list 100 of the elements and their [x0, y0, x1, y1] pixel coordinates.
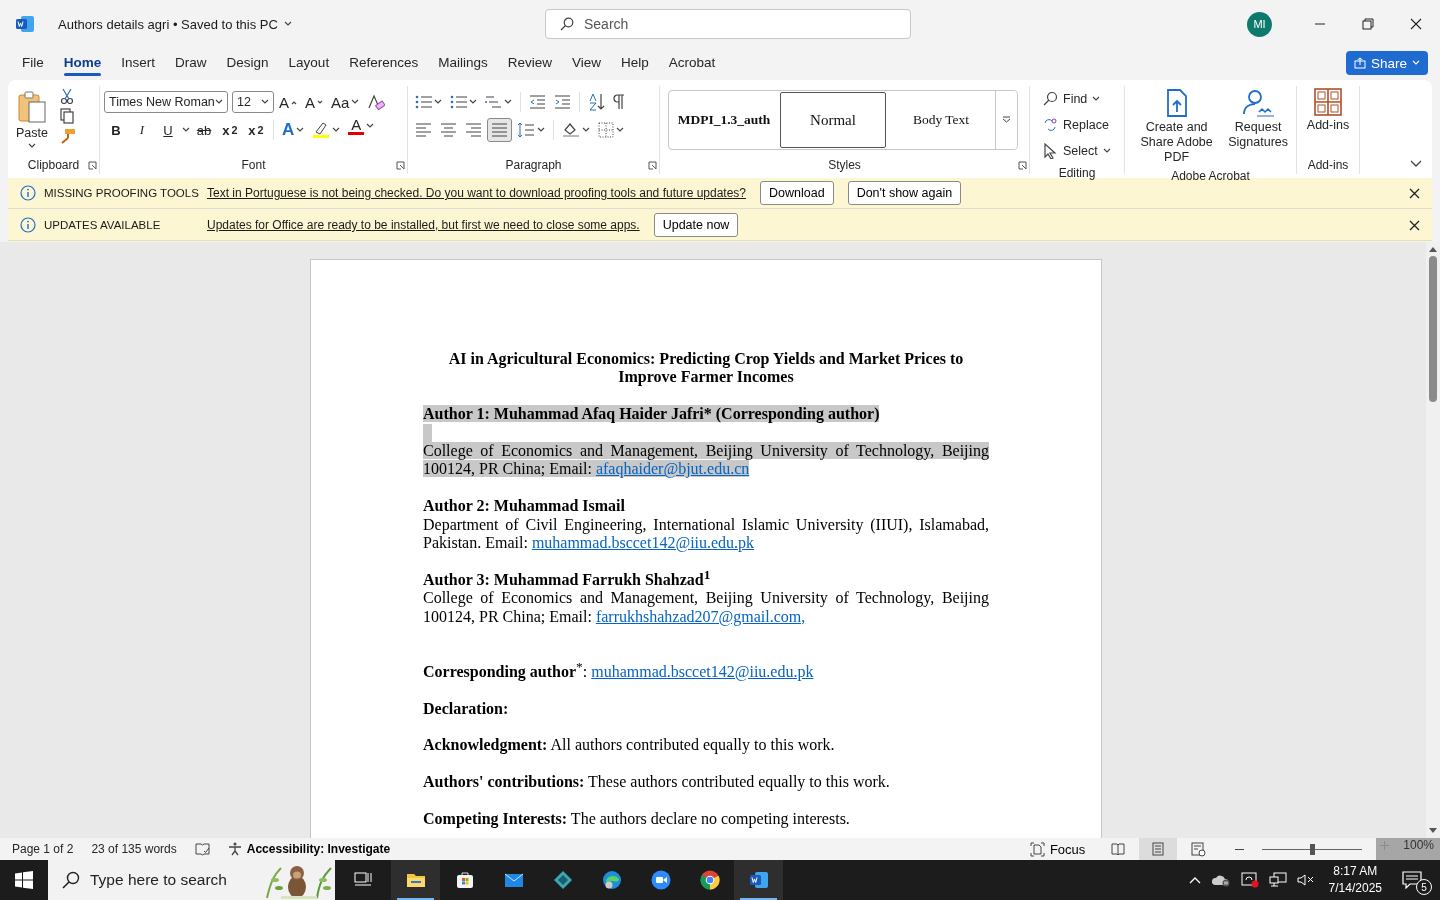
ribbon-tab[interactable]: Home [53, 48, 112, 78]
word-logo-icon [16, 16, 34, 32]
decrease-indent-icon [529, 94, 546, 110]
style-item[interactable]: Normal [780, 92, 886, 148]
email-link[interactable]: muhammad.bsccet142@iiu.edu.pk [591, 662, 814, 680]
style-item[interactable]: MDPI_1.3_auth [670, 92, 778, 148]
store-bag-icon[interactable] [454, 870, 475, 890]
close-icon[interactable] [1409, 187, 1420, 199]
font-name-dropdown[interactable]: Times New Roman [104, 91, 228, 113]
search-icon [62, 871, 80, 889]
ribbon-tab[interactable]: Help [611, 48, 659, 78]
collapse-ribbon-icon[interactable] [1410, 160, 1422, 168]
message-link[interactable]: Text in Portuguese is not being checked. Do you want to download proofing tools and future updates? [207, 186, 747, 200]
network-icon[interactable] [1268, 872, 1287, 888]
ribbon-tab[interactable]: Mailings [428, 48, 498, 78]
style-item[interactable]: Body Text [888, 92, 994, 148]
close-icon[interactable] [1409, 219, 1420, 231]
share-button[interactable]: Share [1345, 51, 1428, 75]
ribbon-tab[interactable]: Design [216, 48, 279, 78]
dialog-launcher-icon[interactable] [1018, 161, 1027, 170]
clock-date: 7/14/2025 [1328, 880, 1382, 897]
taskbar-search-field[interactable]: Type here to search [48, 860, 335, 900]
windows-start-icon[interactable] [15, 871, 33, 889]
shrink-font-button[interactable]: A [302, 90, 327, 114]
ribbon-tab[interactable]: Insert [111, 48, 166, 78]
scissors-icon[interactable] [59, 88, 74, 104]
close-icon[interactable] [1410, 18, 1422, 30]
request-signatures-button[interactable]: Request Signatures [1224, 86, 1292, 167]
find-button[interactable]: Find [1038, 86, 1115, 112]
proofing-book-icon[interactable] [194, 842, 210, 856]
pointer-icon [1042, 143, 1058, 159]
search-field[interactable]: Search [545, 9, 911, 39]
caret-icon [182, 127, 190, 133]
restore-icon[interactable] [1362, 18, 1374, 30]
ribbon-tab[interactable]: Layout [278, 48, 340, 78]
copy-icon[interactable] [59, 108, 74, 124]
document-title: AI in Agricultural Economics: Predicting Crop Yields and Market Prices to Improve Farmer Incomes [447, 350, 965, 387]
scroll-up-icon[interactable] [1429, 246, 1437, 252]
ribbon-tab[interactable]: Review [497, 48, 562, 78]
dialog-launcher-icon[interactable] [396, 161, 405, 170]
browser-icon[interactable] [601, 870, 622, 890]
security-icon[interactable] [1240, 872, 1259, 888]
message-button[interactable]: Update now [653, 213, 739, 237]
font-size-dropdown[interactable]: 12 [232, 91, 274, 113]
info-icon [20, 185, 36, 201]
word-app-icon[interactable] [748, 870, 769, 890]
caret-icon [261, 99, 269, 105]
diamond-app-icon[interactable] [552, 870, 573, 890]
ribbon-tab[interactable]: Acrobat [658, 48, 726, 78]
chrome-browser-icon[interactable] [699, 870, 720, 890]
message-link[interactable]: Updates for Office are ready to be installed, but first we need to close some apps. [207, 218, 640, 232]
notification-icon[interactable] [1402, 871, 1422, 889]
focus-button[interactable]: Focus [1025, 838, 1090, 860]
paste-button[interactable]: Paste [12, 86, 52, 156]
change-case-button[interactable]: Aa [328, 90, 363, 114]
bold-button[interactable]: B [104, 118, 128, 142]
group-label: Add-ins [1306, 157, 1350, 174]
strikethrough-button[interactable]: ab [192, 118, 216, 142]
text-effects-button[interactable]: A [279, 118, 308, 142]
share-icon [1353, 57, 1366, 69]
ribbon-tab[interactable]: References [339, 48, 429, 78]
create-pdf-button[interactable]: Create and Share Adobe PDF [1129, 86, 1225, 167]
message-button[interactable]: Download [760, 181, 834, 205]
document-title-button[interactable]: Authors details agri • Saved to this PC [52, 12, 298, 36]
email-link[interactable]: farrukhshahzad207@gmail.com, [595, 607, 806, 625]
scrollbar-thumb[interactable] [1429, 256, 1437, 402]
notification-count: 5 [1416, 879, 1432, 895]
replace-button[interactable]: Replace [1038, 112, 1115, 138]
grid-icon [1314, 88, 1342, 116]
caret-icon [1412, 60, 1420, 66]
account-avatar[interactable]: MI [1247, 11, 1272, 37]
dialog-launcher-icon[interactable] [648, 161, 657, 170]
select-button[interactable]: Select [1038, 138, 1115, 164]
accessibility-button[interactable]: Accessibility: Investigate [223, 838, 395, 860]
ribbon-tab[interactable]: View [562, 48, 611, 78]
font-color-button[interactable]: A [345, 117, 378, 143]
ribbon-tab[interactable]: Draw [165, 48, 217, 78]
dialog-launcher-icon[interactable] [88, 161, 97, 170]
underline-button[interactable]: U [156, 118, 180, 142]
email-link[interactable]: muhammad.bsccet142@iiu.edu.pk [531, 534, 755, 551]
volume-muted-icon[interactable] [1296, 873, 1315, 887]
ribbon-tab[interactable]: File [12, 48, 54, 78]
align-justify-button[interactable] [487, 118, 512, 142]
cloud-icon[interactable] [1210, 873, 1231, 887]
print-view-button[interactable] [1139, 838, 1178, 860]
down-caret-icon [317, 99, 324, 105]
video-camera-icon[interactable] [650, 870, 671, 890]
zoom-slider-thumb[interactable] [1310, 843, 1316, 855]
scroll-down-icon[interactable] [1429, 828, 1437, 834]
message-button[interactable]: Don't show again [847, 181, 962, 205]
italic-button[interactable]: I [130, 118, 154, 142]
align-right-icon [465, 122, 482, 138]
read-view-icon [1110, 841, 1126, 857]
add-ins-button[interactable]: Add-ins [1302, 86, 1354, 156]
chevron-up-icon[interactable] [1188, 876, 1201, 884]
grow-font-button[interactable]: A [276, 90, 300, 114]
group-label: Font [240, 157, 267, 174]
format-painter-icon[interactable] [59, 128, 76, 144]
email-link[interactable]: afaqhaider@bjut.edu.cn [595, 460, 750, 478]
info-icon [20, 217, 36, 233]
